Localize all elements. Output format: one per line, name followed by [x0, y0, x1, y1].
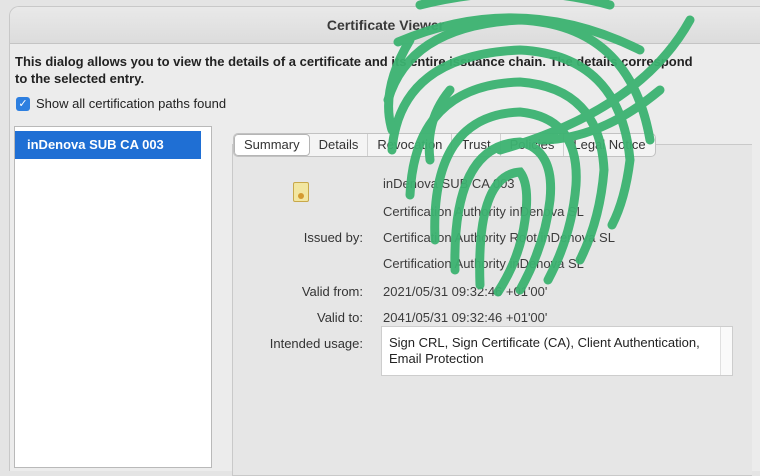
intended-usage-scrollbar[interactable]	[720, 327, 732, 375]
certificate-chain-list[interactable]: inDenova SUB CA 003	[14, 126, 212, 468]
intended-usage-value: Sign CRL, Sign Certificate (CA), Client …	[389, 335, 700, 366]
window-title: Certificate Viewer	[10, 7, 760, 44]
issued-by-value-2: Certification Authority inDenova SL	[383, 256, 584, 271]
tab-details[interactable]: Details	[310, 134, 369, 156]
subject-name: inDenova SUB CA 003	[383, 176, 515, 191]
valid-to-label: Valid to:	[316, 310, 363, 325]
subject-org: Certification Authority inDenova SL	[383, 204, 584, 219]
chain-item-selected[interactable]: inDenova SUB CA 003	[15, 131, 201, 159]
issued-by-value-1: Certification Authority Root inDenova SL	[383, 230, 615, 245]
tab-revocation[interactable]: Revocation	[368, 134, 453, 156]
valid-from-label: Valid from:	[301, 284, 363, 299]
valid-from-value: 2021/05/31 09:32:46 +01'00'	[383, 284, 548, 299]
intended-usage-label: Intended usage:	[269, 336, 363, 351]
fingerprint-ridge	[415, 0, 615, 10]
tab-bar: Summary Details Revocation Trust Policie…	[233, 133, 656, 157]
tab-trust[interactable]: Trust	[452, 134, 501, 156]
issued-by-label: Issued by:	[303, 230, 363, 245]
checkmark-icon[interactable]: ✓	[16, 96, 30, 111]
certificate-icon	[293, 182, 309, 202]
show-all-paths-label: Show all certification paths found	[36, 96, 227, 111]
tab-policies[interactable]: Policies	[501, 134, 565, 156]
intended-usage-box[interactable]: Sign CRL, Sign Certificate (CA), Client …	[381, 326, 733, 376]
valid-to-value: 2041/05/31 09:32:46 +01'00'	[383, 310, 548, 325]
show-all-paths-checkbox-row[interactable]: ✓ Show all certification paths found	[16, 96, 226, 111]
tab-legal-notice[interactable]: Legal Notice	[564, 134, 654, 156]
intro-text: This dialog allows you to view the detai…	[15, 54, 693, 86]
tab-summary[interactable]: Summary	[234, 134, 310, 156]
